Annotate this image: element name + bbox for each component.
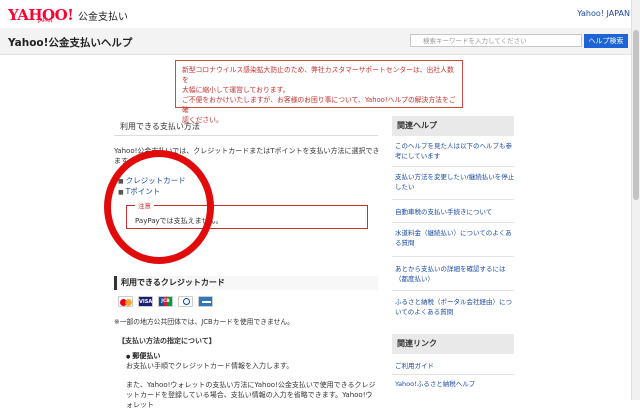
yahoo-logo[interactable]: YAHOO! JAPAN 公金支払い [8,5,128,25]
related-links-heading: 関連リンク [392,334,514,354]
circle-bullet-icon: ● [126,354,131,360]
sidebar-link[interactable]: このヘルプを見た人は以下のヘルプも参考にしています [395,141,515,161]
divider [392,256,514,257]
spec-description: お支払い手順でクレジットカード情報を入力します。 [126,362,294,370]
spec-heading: 【支払い方法の指定について】 [118,337,216,345]
notice-line: 新型コロナウイルス感染拡大防止のため、弊社カスタマーサポートセンターは、出社人数… [182,66,454,84]
logo-brand-sub: JAPAN [38,18,53,24]
sidebar-link[interactable]: 支払い方法を変更したい/継続払いを停止したい [395,172,515,192]
credit-card-heading: 利用できるクレジットカード [114,276,378,290]
sidebar-link[interactable]: あとから支払いの詳細を確認するには（都度払い） [395,264,515,284]
divider [392,222,514,223]
spec-more-text: また、Yahoo!ウォレットの支払い方法にYahoo!公金支払いで使用できるクレ… [126,381,376,409]
related-help-heading: 関連ヘルプ [392,116,514,136]
divider [392,166,514,167]
red-circle-annotation [104,150,214,264]
search-button[interactable]: ヘルプ検索 [584,34,628,48]
sidebar-link[interactable]: 自動車税の支払い手続きについて [395,207,515,217]
service-name: 公金支払い [78,12,128,23]
divider [392,199,514,200]
covid-notice: 新型コロナウイルス感染拡大防止のため、弊社カスタマーサポートセンターは、出社人数… [175,60,463,124]
sidebar-link[interactable]: 水道料金（継続払い）についてのよくある質問 [395,228,515,248]
spec-item-label: 郵便払い [132,352,161,360]
scrollbar-thumb[interactable] [633,30,639,200]
page-title[interactable]: Yahoo!公金支払いヘルプ [8,35,132,50]
help-header: Yahoo!公金支払いヘルプ 検索キーワードを入力してください ヘルプ検索 [0,28,640,55]
notice-line: ご不便をおかけいたしますが、お客様のお困り事について、Yahoo!ヘルプの解決方… [182,96,456,114]
notice-line: 大幅に縮小して運営しております。 [182,86,290,94]
spec-item: ● 郵便払い [126,351,160,361]
divider [392,374,514,375]
sidebar-link[interactable]: Yahoo!ふるさと納税ヘルプ [395,379,515,389]
yahoo-japan-link[interactable]: Yahoo! JAPAN [577,9,630,18]
sidebar-link[interactable]: ふるさと納税（ポータル会社経由）についてのよくある質問 [395,297,515,317]
top-bar: YAHOO! JAPAN 公金支払い Yahoo! JAPAN [0,0,640,29]
sidebar-link[interactable]: ご利用ガイド [395,361,515,371]
visa-icon: VISA [138,296,153,307]
scrollbar[interactable] [631,0,640,400]
credit-card-note: ※一部の地方公共団体では、JCBカードを使用できません。 [114,318,295,326]
jcb-icon: JCB [158,296,173,307]
search-input[interactable]: 検索キーワードを入力してください [410,34,582,47]
divider [392,290,514,291]
mastercard-icon [118,296,133,307]
amex-icon [198,296,213,307]
section-title: 利用できる支払い方法 [114,118,378,136]
diners-icon [178,296,193,307]
